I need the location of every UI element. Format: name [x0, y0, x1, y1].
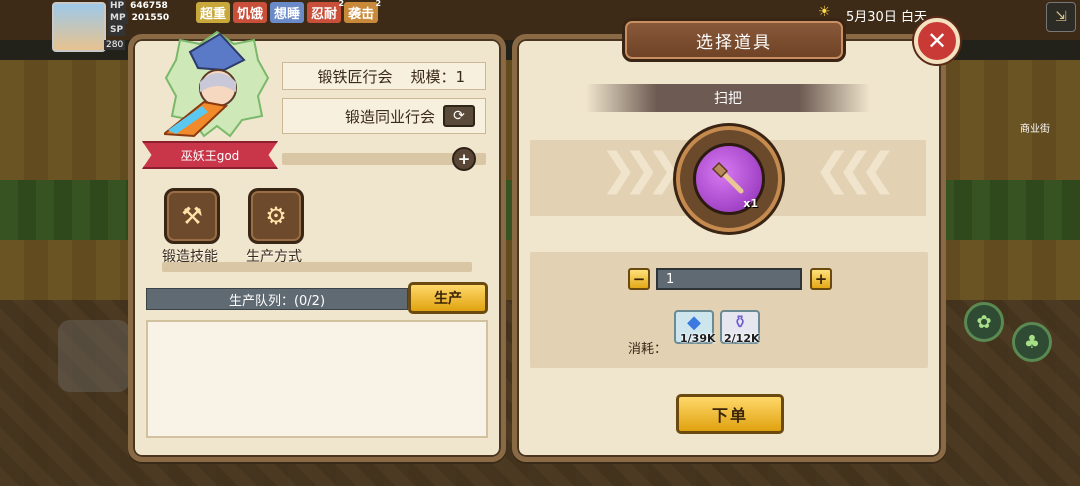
produce-button[interactable]: 生产 — [408, 282, 488, 314]
mp-value: 201550 — [131, 13, 170, 23]
chevron-left-icon: ❮❮❮ — [814, 144, 897, 195]
buff-badge-2[interactable]: 想睡 — [270, 2, 305, 23]
cost-value-potion: 2/12K — [724, 332, 760, 345]
buff-label: 袭击 — [348, 7, 375, 22]
status-buff-list: 超重 饥饿 想睡 忍耐 2 袭击 2 — [196, 0, 381, 23]
place-order-button[interactable]: 下单 — [676, 394, 784, 434]
anvil-icon[interactable]: ⚒ — [164, 188, 220, 244]
guild-name: 锻铁匠行会 — [317, 67, 393, 86]
sp-label: SP — [108, 24, 126, 36]
quantity-input[interactable]: 1 — [656, 268, 802, 290]
broom-glyph — [711, 161, 744, 194]
mp-label: MP — [108, 12, 128, 24]
exit-door-icon[interactable]: ⇲ — [1046, 2, 1076, 32]
buff-label: 忍耐 — [311, 7, 338, 22]
blue-gem-icon: ◆ — [687, 312, 701, 333]
section-divider — [162, 262, 472, 272]
dpad-control[interactable] — [58, 320, 130, 392]
buff-badge-3[interactable]: 忍耐 2 — [307, 0, 344, 23]
hp-value: 646758 — [130, 1, 168, 11]
player-level: 280 — [104, 40, 126, 50]
production-queue-list — [146, 320, 488, 438]
buff-label: 超重 — [200, 7, 227, 22]
buff-badge-1[interactable]: 饥饿 — [233, 2, 268, 23]
guild-scale: 规模：1 — [410, 67, 465, 86]
buff-count: 2 — [375, 0, 382, 8]
item-name: 扫把 — [586, 84, 870, 112]
sub-guild-name: 锻造同业行会 — [344, 107, 435, 126]
buff-badge-4[interactable]: 袭击 2 — [344, 0, 381, 23]
item-slot[interactable]: x1 — [676, 126, 782, 232]
character-name: 巫妖王god — [180, 148, 240, 163]
production-queue-header: 生产队列：(0/2) — [146, 288, 408, 310]
leaf-skill-icon[interactable]: ✿ — [964, 302, 1004, 342]
player-avatar[interactable] — [52, 2, 106, 52]
buff-label: 饥饿 — [237, 7, 264, 22]
game-date: 5月30日 白天 — [846, 10, 927, 25]
character-portrait — [164, 30, 270, 138]
chevron-right-icon: ❯❯❯ — [600, 144, 683, 195]
plus-icon[interactable]: + — [452, 147, 476, 171]
tree-skill-icon[interactable]: ♣ — [1012, 322, 1052, 362]
panel-title: 选择道具 — [622, 18, 846, 62]
plus-button[interactable]: + — [810, 268, 832, 290]
broom-icon: x1 — [693, 143, 765, 215]
character-name-ribbon: 巫妖王god — [142, 141, 278, 169]
buff-badge-0[interactable]: 超重 — [196, 2, 231, 23]
minus-button[interactable]: − — [628, 268, 650, 290]
close-icon[interactable]: ✕ — [914, 18, 960, 64]
queue-label: 生产队列：(0/2) — [228, 293, 326, 309]
refresh-icon[interactable]: ⟳ — [443, 105, 475, 127]
cost-label: 消耗： — [628, 342, 668, 357]
sub-guild-box: 锻造同业行会 ⟳ — [282, 98, 486, 134]
street-label: 商业街 — [1020, 124, 1050, 135]
buff-label: 想睡 — [274, 7, 301, 22]
robot-arm-icon[interactable]: ⚙ — [248, 188, 304, 244]
hp-label: HP — [108, 0, 127, 12]
item-count: x1 — [743, 197, 758, 210]
potion-bottle-icon: ⚱ — [732, 312, 748, 333]
guild-info-box: 锻铁匠行会 规模：1 — [282, 62, 486, 90]
cost-value-gem: 1/39K — [680, 332, 716, 345]
